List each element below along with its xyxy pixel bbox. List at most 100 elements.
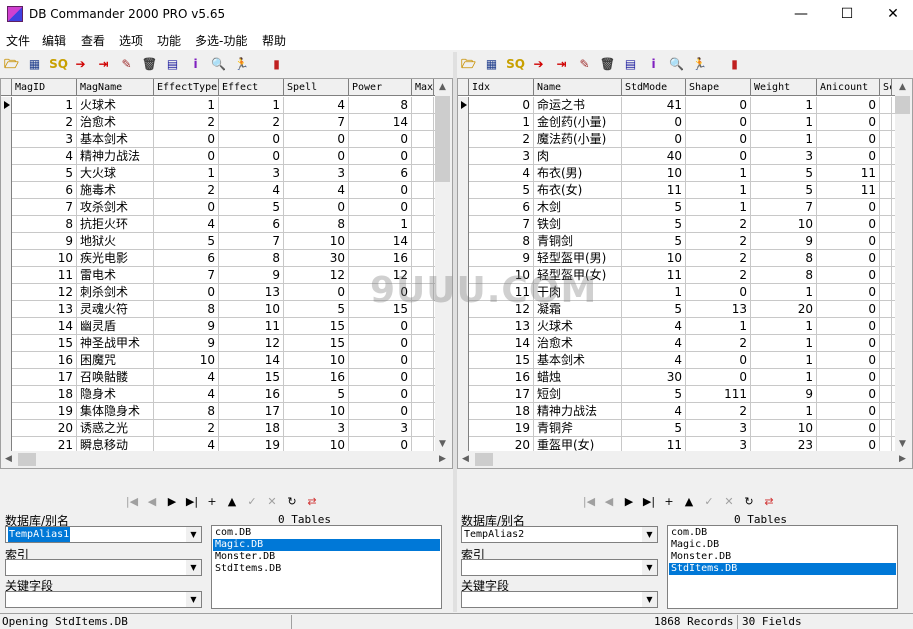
grid-cell[interactable]: 0 (686, 284, 751, 300)
right-nav-delete-button[interactable]: ▲ (679, 492, 699, 512)
grid-cell[interactable]: 抗拒火环 (77, 216, 154, 232)
grid-cell[interactable]: 5 (751, 182, 817, 198)
table-row[interactable]: 2 魔法药(小量) 0 0 1 0 (458, 131, 895, 148)
grid-cell[interactable]: 0 (349, 284, 412, 300)
search-zoom-icon[interactable]: 🔍 (668, 56, 685, 72)
grid-cell[interactable]: 8 (751, 267, 817, 283)
grid-cell[interactable] (880, 369, 892, 385)
grid-cell[interactable]: 9 (751, 233, 817, 249)
grid-cell[interactable]: 12 (469, 301, 534, 317)
table-row[interactable]: 10 轻型盔甲(女) 11 2 8 0 (458, 267, 895, 284)
table-row[interactable]: 8 抗拒火环 4 6 8 1 (1, 216, 435, 233)
menu-edit[interactable]: 编辑 (42, 32, 66, 49)
grid-cell[interactable]: 5 (284, 386, 349, 402)
grid-cell[interactable]: 8 (751, 250, 817, 266)
grid-cell[interactable]: 0 (817, 301, 880, 317)
row-indicator[interactable] (1, 352, 12, 369)
grid-cell[interactable]: 1 (751, 369, 817, 385)
table-row[interactable]: 15 基本剑术 4 0 1 0 (458, 352, 895, 369)
grid-cell[interactable] (880, 199, 892, 215)
grid-cell[interactable]: 16 (349, 250, 412, 266)
sql-query-icon[interactable]: SQ (506, 56, 525, 72)
menu-multi-function[interactable]: 多选-功能 (195, 32, 247, 49)
grid-cell[interactable] (880, 182, 892, 198)
arrow-right-icon[interactable]: ➔ (530, 56, 547, 72)
grid-cell[interactable]: 基本剑术 (77, 131, 154, 147)
grid-cell[interactable]: 2 (469, 131, 534, 147)
list-item[interactable]: StdItems.DB (669, 563, 896, 575)
table-row[interactable]: 16 蜡烛 30 0 1 0 (458, 369, 895, 386)
grid-cell[interactable]: 6 (154, 250, 219, 266)
export-icon[interactable]: ⇥ (553, 56, 570, 72)
grid-cell[interactable]: 1 (686, 182, 751, 198)
grid-cell[interactable] (412, 284, 434, 300)
grid-cell[interactable] (412, 131, 434, 147)
grid-cell[interactable]: 0 (817, 216, 880, 232)
row-indicator[interactable] (458, 284, 469, 301)
export-icon[interactable]: ⇥ (95, 56, 112, 72)
grid-cell[interactable]: 5 (622, 199, 686, 215)
grid-cell[interactable]: 111 (686, 386, 751, 402)
grid-cell[interactable]: 青铜斧 (534, 420, 622, 436)
grid-cell[interactable]: 地狱火 (77, 233, 154, 249)
grid-cell[interactable]: 8 (154, 301, 219, 317)
table-row[interactable]: 14 治愈术 4 2 1 0 (458, 335, 895, 352)
grid-cell[interactable] (412, 301, 434, 317)
grid-cell[interactable]: 1 (751, 352, 817, 368)
grid-cell[interactable]: 火球术 (77, 97, 154, 113)
grid-cell[interactable]: 0 (349, 318, 412, 334)
grid-cell[interactable] (412, 114, 434, 130)
grid-cell[interactable]: 8 (219, 250, 284, 266)
grid-cell[interactable]: 15 (469, 352, 534, 368)
row-indicator[interactable] (458, 233, 469, 250)
grid-cell[interactable]: 刺杀剑术 (77, 284, 154, 300)
grid-cell[interactable]: 30 (622, 369, 686, 385)
grid-cell[interactable]: 0 (686, 131, 751, 147)
row-indicator[interactable] (1, 318, 12, 335)
grid-cell[interactable]: 0 (284, 284, 349, 300)
grid-cell[interactable]: 1 (751, 335, 817, 351)
grid-cell[interactable]: 11 (12, 267, 77, 283)
grid-cell[interactable]: 2 (686, 216, 751, 232)
grid-cell[interactable]: 18 (469, 403, 534, 419)
left-nav-last-button[interactable]: ▶| (182, 492, 202, 512)
grid-cell[interactable]: 10 (12, 250, 77, 266)
grid-cell[interactable]: 0 (817, 420, 880, 436)
structure-icon[interactable]: ▤ (622, 56, 639, 72)
open-folder-icon[interactable]: 🗁 (3, 56, 20, 72)
chevron-down-icon[interactable]: ▼ (642, 527, 657, 542)
grid-cell[interactable] (412, 250, 434, 266)
grid-cell[interactable] (412, 199, 434, 215)
grid-cell[interactable]: 0 (154, 199, 219, 215)
grid-cell[interactable]: 12 (284, 267, 349, 283)
chevron-down-icon[interactable]: ▼ (186, 592, 201, 607)
left-nav-filter-button[interactable]: ⇄ (302, 492, 322, 512)
table-row[interactable]: 19 集体隐身术 8 17 10 0 (1, 403, 435, 420)
grid-cell[interactable]: 1 (686, 318, 751, 334)
grid-cell[interactable]: 隐身术 (77, 386, 154, 402)
grid-cell[interactable]: 轻型盔甲(男) (534, 250, 622, 266)
grid-cell[interactable]: 1 (751, 131, 817, 147)
left-key-field-combo[interactable]: ▼ (5, 591, 202, 608)
row-indicator[interactable] (458, 318, 469, 335)
right-nav-post-button[interactable]: ✓ (699, 492, 719, 512)
grid-cell[interactable] (412, 233, 434, 249)
grid-cell[interactable]: 3 (349, 420, 412, 436)
grid-cell[interactable]: 18 (219, 420, 284, 436)
table-row[interactable]: 1 火球术 1 1 4 8 (1, 97, 435, 114)
grid-cell[interactable] (880, 403, 892, 419)
grid-cell[interactable]: 9 (154, 335, 219, 351)
grid-cell[interactable]: 0 (817, 403, 880, 419)
grid-cell[interactable]: 幽灵盾 (77, 318, 154, 334)
exit-door-icon[interactable]: ▮ (726, 56, 743, 72)
grid-cell[interactable] (412, 97, 434, 113)
minimize-button[interactable]: — (778, 0, 824, 30)
row-indicator[interactable] (1, 250, 12, 267)
grid-cell[interactable]: 15 (349, 301, 412, 317)
grid-cell[interactable]: 5 (284, 301, 349, 317)
grid-cell[interactable]: 4 (469, 165, 534, 181)
table-row[interactable]: 5 大火球 1 3 3 6 (1, 165, 435, 182)
grid-cell[interactable]: 3 (751, 148, 817, 164)
grid-cell[interactable]: 1 (751, 403, 817, 419)
table-row[interactable]: 5 布衣(女) 11 1 5 11 (458, 182, 895, 199)
